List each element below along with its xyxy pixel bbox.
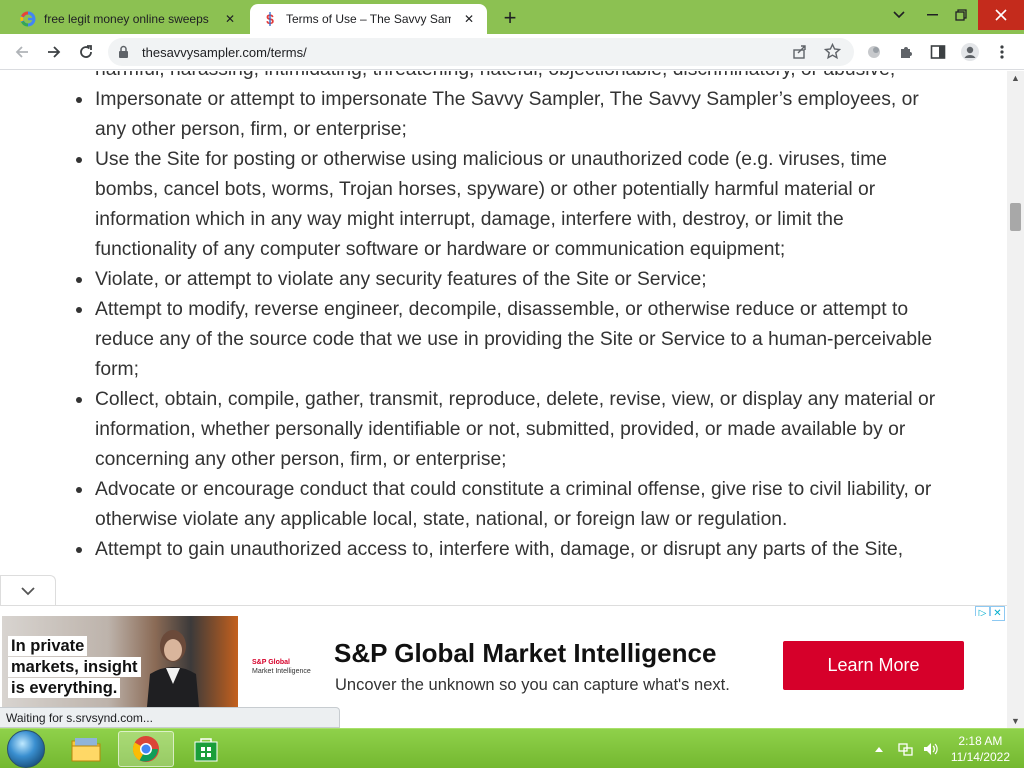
store-icon [194, 738, 218, 762]
extensions-puzzle-icon[interactable] [892, 38, 920, 66]
tab-strip: free legit money online sweeps g ✕ $ Ter… [0, 0, 1024, 34]
url-text[interactable]: thesavvysampler.com/terms/ [142, 45, 307, 60]
tab-title: free legit money online sweeps g [44, 12, 212, 26]
share-icon[interactable] [792, 44, 808, 65]
chevron-up-icon [875, 747, 883, 752]
folder-icon [71, 738, 101, 762]
savvy-sampler-icon: $ [262, 11, 278, 27]
slogan-line: is everything. [8, 678, 121, 698]
chevron-down-icon [21, 586, 35, 595]
list-item: Attempt to gain unauthorized access to, … [76, 535, 947, 565]
list-item: Violate, or attempt to violate any secur… [76, 265, 947, 295]
ad-photo: In private markets, insight is everythin… [2, 616, 238, 718]
list-item-text: Collect, obtain, compile, gather, transm… [95, 389, 936, 470]
logo-sub: Market Intelligence [252, 668, 311, 675]
store-taskbar-button[interactable] [178, 731, 234, 767]
reload-button[interactable] [72, 38, 100, 66]
start-button[interactable] [7, 730, 45, 768]
address-bar[interactable]: thesavvysampler.com/terms/ [108, 38, 854, 66]
forward-button[interactable] [40, 38, 68, 66]
ad-subtext: Uncover the unknown so you can capture w… [335, 676, 730, 694]
slogan-line: markets, insight [8, 657, 141, 677]
ad-creative[interactable]: In private markets, insight is everythin… [2, 616, 992, 718]
page-scrollbar[interactable]: ▲ ▼ [1007, 71, 1024, 728]
new-tab-button[interactable]: + [498, 5, 522, 30]
taskbar: 2:18 AM 11/14/2022 [0, 728, 1024, 768]
scrollbar-thumb[interactable] [1010, 203, 1021, 231]
clock-time: 2:18 AM [958, 734, 1003, 748]
google-icon [20, 11, 36, 27]
slogan-line: In private [8, 636, 88, 656]
browser-toolbar: thesavvysampler.com/terms/ [0, 34, 1024, 70]
list-item-text: Attempt to gain unauthorized access to, … [95, 539, 904, 560]
list-item: Advocate or encourage conduct that could… [76, 475, 947, 535]
volume-icon[interactable] [922, 729, 938, 768]
list-item-text: Violate, or attempt to violate any secur… [95, 269, 707, 290]
logo-name: S&P Global [252, 659, 290, 666]
page-viewport: x harmful, harassing, intimidating, thre… [0, 71, 1007, 605]
list-item: Attempt to modify, reverse engineer, dec… [76, 295, 947, 385]
chrome-icon [132, 736, 159, 762]
status-bar: Waiting for s.srvsynd.com... [0, 707, 340, 728]
scroll-down-arrow-icon[interactable]: ▼ [1011, 716, 1020, 726]
list-item: Use the Site for posting or otherwise us… [76, 145, 947, 265]
tab-search-chevron-icon[interactable] [882, 0, 916, 30]
ad-collapse-button[interactable] [0, 575, 56, 605]
network-icon[interactable] [898, 729, 914, 768]
close-tab-icon[interactable]: ✕ [220, 9, 240, 29]
learn-more-button[interactable]: Learn More [783, 641, 964, 690]
close-window-button[interactable] [978, 0, 1024, 30]
profile-avatar-icon[interactable] [956, 38, 984, 66]
menu-kebab-icon[interactable] [988, 38, 1016, 66]
list-item-text: Advocate or encourage conduct that could… [95, 479, 932, 530]
ad-headline[interactable]: S&P Global Market Intelligence [334, 638, 716, 669]
file-explorer-button[interactable] [58, 731, 114, 767]
ad-slogan: In private markets, insight is everythin… [8, 636, 158, 699]
restore-button[interactable] [944, 0, 978, 30]
list-item-text: Impersonate or attempt to impersonate Th… [95, 89, 919, 140]
tab-terms-of-use[interactable]: $ Terms of Use – The Savvy Sampler ✕ [250, 4, 487, 34]
system-clock[interactable]: 2:18 AM 11/14/2022 [951, 733, 1010, 765]
extension-icon[interactable] [860, 38, 888, 66]
side-panel-icon[interactable] [924, 38, 952, 66]
list-item-text: Use the Site for posting or otherwise us… [95, 149, 887, 260]
list-item: Collect, obtain, compile, gather, transm… [76, 385, 947, 475]
ad-close-icon[interactable]: ✕ [990, 606, 1005, 621]
sp-global-logo: S&P Global Market Intelligence [252, 658, 311, 676]
clock-date: 11/14/2022 [950, 750, 1010, 764]
tab-title: Terms of Use – The Savvy Sampler [286, 12, 451, 26]
list-item: Impersonate or attempt to impersonate Th… [76, 85, 947, 145]
scroll-up-arrow-icon[interactable]: ▲ [1011, 73, 1020, 83]
list-item: x harmful, harassing, intimidating, thre… [95, 71, 947, 85]
lock-icon[interactable] [118, 45, 129, 64]
list-item-text: harmful, harassing, intimidating, threat… [95, 71, 895, 80]
show-hidden-icons[interactable] [874, 729, 884, 768]
chrome-taskbar-button[interactable] [118, 731, 174, 767]
terms-list: x harmful, harassing, intimidating, thre… [0, 71, 1007, 565]
bookmark-star-icon[interactable] [823, 42, 842, 65]
list-item-text: Attempt to modify, reverse engineer, dec… [95, 299, 933, 380]
close-tab-icon[interactable]: ✕ [459, 9, 479, 29]
back-button[interactable] [8, 38, 36, 66]
tab-google-search[interactable]: free legit money online sweeps g ✕ [8, 4, 248, 34]
ad-content[interactable]: S&P Global Market Intelligence S&P Globa… [238, 616, 992, 718]
